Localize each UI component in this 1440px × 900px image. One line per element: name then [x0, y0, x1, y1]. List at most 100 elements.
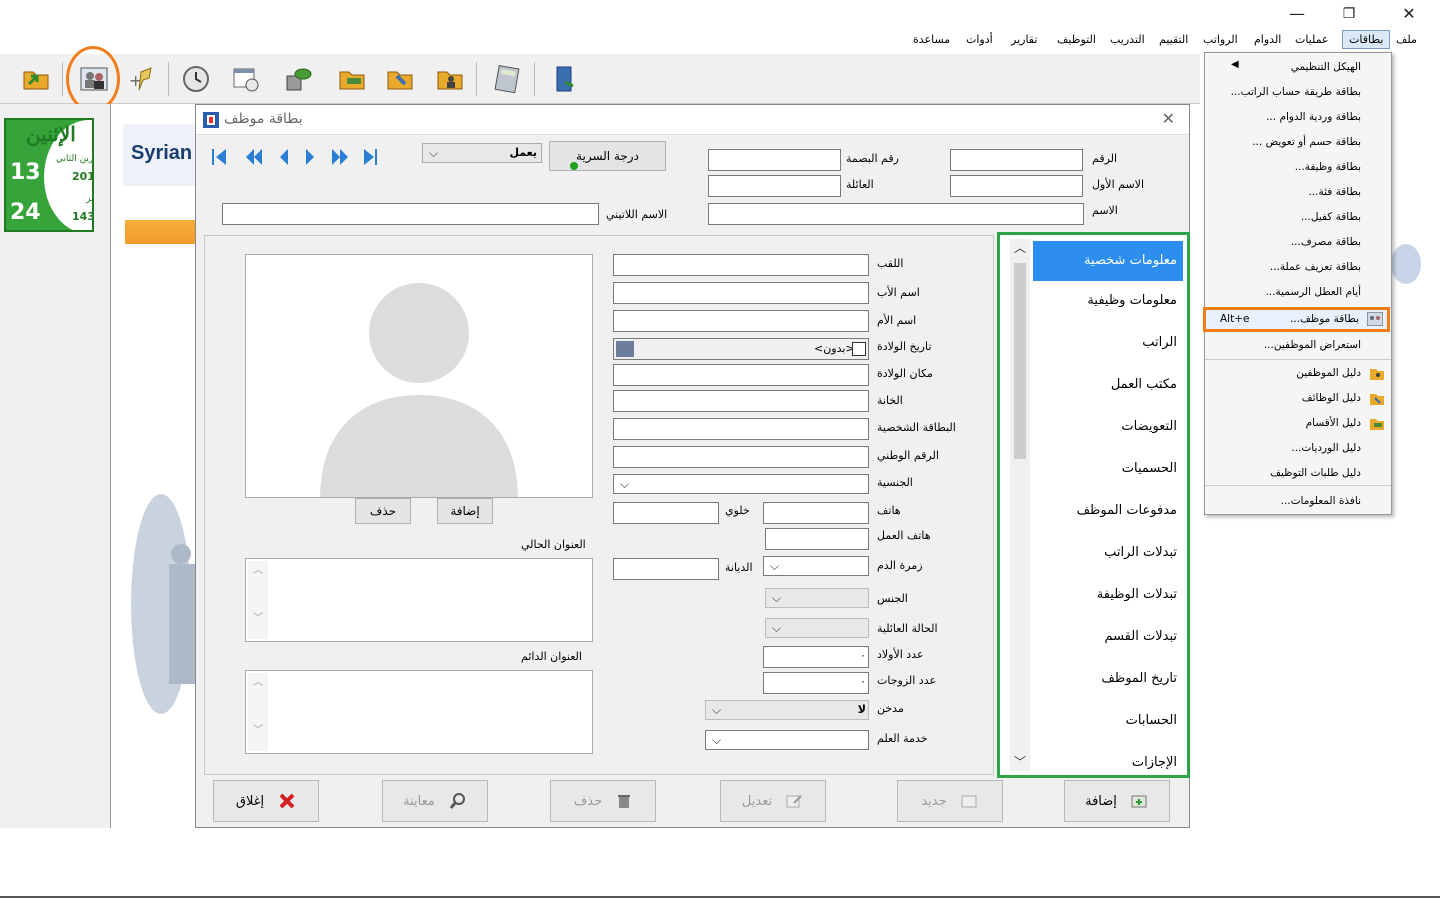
- number-input[interactable]: [950, 149, 1083, 171]
- delete-button[interactable]: حذف: [550, 780, 656, 822]
- nav-item-labor-office[interactable]: مكتب العمل: [1033, 377, 1183, 392]
- maximize-button[interactable]: ❐: [1334, 4, 1364, 24]
- menu-attendance[interactable]: الدوام: [1254, 33, 1281, 46]
- nav-item-job[interactable]: معلومات وظيفية: [1033, 293, 1183, 308]
- nav-item-salary-changes[interactable]: تبدلات الراتب: [1033, 545, 1183, 560]
- menu-recruitment[interactable]: التوظيف: [1057, 33, 1096, 46]
- permanent-address-input[interactable]: ︿ ﹀: [245, 670, 593, 754]
- nav-item-compensations[interactable]: التعويضات: [1033, 419, 1183, 434]
- close-window-button[interactable]: ✕: [1394, 4, 1424, 24]
- nav-item-department-changes[interactable]: تبدلات القسم: [1033, 629, 1183, 644]
- menu-item-info-window[interactable]: نافذة المعلومات...: [1281, 495, 1361, 507]
- close-button[interactable]: إغلاق: [213, 780, 319, 822]
- menu-item-shift-card[interactable]: بطاقة وردية الدوام ...: [1266, 111, 1361, 123]
- nav-item-salary[interactable]: الراتب: [1033, 335, 1183, 350]
- edit-button[interactable]: تعديل: [720, 780, 826, 822]
- gender-select[interactable]: [765, 588, 869, 608]
- religion-input[interactable]: [613, 558, 719, 580]
- nav-item-payments[interactable]: مدفوعات الموظف: [1033, 503, 1183, 518]
- military-service-select[interactable]: [705, 730, 869, 750]
- menu-item-employee-card[interactable]: Alt+e بطاقة موظف...: [1203, 307, 1390, 332]
- menu-item-currency-card[interactable]: بطاقة تعريف عملة...: [1270, 261, 1361, 273]
- nav-item-history[interactable]: تاريخ الموظف: [1033, 671, 1183, 686]
- spouses-count-input[interactable]: ٠: [763, 672, 869, 694]
- smoker-select[interactable]: لا: [705, 700, 869, 720]
- menu-item-salary-method[interactable]: بطاقة طريقة حساب الراتب...: [1231, 86, 1361, 98]
- jobs-folder-icon[interactable]: [382, 60, 418, 98]
- nav-scrollbar-thumb[interactable]: [1014, 263, 1026, 459]
- calculator-icon[interactable]: [488, 60, 524, 98]
- exit-door-icon[interactable]: [546, 60, 582, 98]
- nav-item-leaves[interactable]: الإجازات: [1033, 755, 1183, 770]
- father-name-input[interactable]: [613, 282, 869, 304]
- schedule-icon[interactable]: [228, 60, 264, 98]
- menu-item-job-card[interactable]: بطاقة وظيفة...: [1295, 161, 1361, 173]
- menu-item-jobs-guide[interactable]: دليل الوظائف: [1302, 392, 1361, 404]
- secrecy-level-button[interactable]: درجة السرية: [549, 141, 666, 171]
- menu-item-browse-employees[interactable]: استعراض الموظفين...: [1264, 339, 1361, 351]
- mobile-input[interactable]: [613, 502, 719, 524]
- nav-item-job-changes[interactable]: تبدلات الوظيفة: [1033, 587, 1183, 602]
- menu-reports[interactable]: تقارير: [1011, 33, 1037, 46]
- menu-item-holidays[interactable]: أيام العطل الرسمية...: [1265, 286, 1361, 298]
- first-name-input[interactable]: [950, 175, 1083, 197]
- work-phone-input[interactable]: [765, 528, 869, 550]
- dialog-close-icon[interactable]: ✕: [1162, 109, 1175, 128]
- menu-item-departments-guide[interactable]: دليل الأقسام: [1306, 417, 1361, 429]
- menu-item-shifts-guide[interactable]: دليل الورديات...: [1291, 442, 1361, 454]
- name-input[interactable]: [708, 203, 1084, 225]
- minimize-button[interactable]: —: [1282, 4, 1312, 24]
- menu-help[interactable]: مساعدة: [913, 33, 950, 46]
- nav-item-deductions[interactable]: الحسميات: [1033, 461, 1183, 476]
- new-button[interactable]: جديد: [897, 780, 1003, 822]
- add-user-icon[interactable]: +: [124, 60, 160, 98]
- menu-file[interactable]: ملف: [1396, 33, 1417, 46]
- employees-folder-icon[interactable]: [432, 60, 468, 98]
- birth-place-input[interactable]: [613, 364, 869, 386]
- id-card-input[interactable]: [613, 418, 869, 440]
- photo-delete-button[interactable]: حذف: [355, 498, 411, 524]
- preview-button[interactable]: معاينة: [382, 780, 488, 822]
- money-calculator-icon[interactable]: [280, 60, 316, 98]
- current-address-scrollbar[interactable]: ︿ ﹀: [248, 561, 268, 639]
- fingerprint-input[interactable]: [708, 149, 841, 171]
- current-address-input[interactable]: ︿ ﹀: [245, 558, 593, 642]
- menu-item-sponsor-card[interactable]: بطاقة كفيل...: [1301, 211, 1361, 223]
- add-button[interactable]: إضافة: [1064, 780, 1170, 822]
- menu-evaluation[interactable]: التقييم: [1159, 33, 1188, 46]
- menu-item-category-card[interactable]: بطاقة فئة...: [1308, 186, 1361, 198]
- clock-icon[interactable]: [178, 60, 214, 98]
- menu-salaries[interactable]: الرواتب: [1203, 33, 1238, 46]
- books-folder-icon[interactable]: [334, 60, 370, 98]
- menu-operations[interactable]: عمليات: [1295, 33, 1329, 46]
- menu-item-employees-guide[interactable]: دليل الموظفين: [1296, 367, 1361, 379]
- mother-name-input[interactable]: [613, 310, 869, 332]
- marital-status-select[interactable]: [765, 618, 869, 638]
- menu-training[interactable]: التدريب: [1110, 33, 1145, 46]
- open-folder-icon[interactable]: [18, 60, 54, 98]
- children-count-input[interactable]: ٠: [763, 646, 869, 668]
- national-number-input[interactable]: [613, 446, 869, 468]
- photo-add-button[interactable]: إضافة: [437, 498, 493, 524]
- birth-date-picker[interactable]: <بدون>: [613, 338, 869, 360]
- status-select[interactable]: يعمل: [422, 143, 542, 163]
- blood-type-select[interactable]: [763, 556, 869, 576]
- family-input[interactable]: [708, 175, 841, 197]
- nationality-select[interactable]: [613, 474, 869, 494]
- nav-item-personal[interactable]: معلومات شخصية: [1033, 241, 1183, 281]
- menu-tools[interactable]: أدوات: [966, 33, 993, 46]
- registry-input[interactable]: [613, 390, 869, 412]
- latin-name-input[interactable]: [222, 203, 599, 225]
- menu-item-recruitment-guide[interactable]: دليل طلبات التوظيف: [1270, 467, 1361, 479]
- birth-date-checkbox[interactable]: [852, 342, 866, 356]
- nav-item-accounts[interactable]: الحسابات: [1033, 713, 1183, 728]
- calendar-grid-icon[interactable]: [616, 341, 634, 357]
- menu-item-deduction-card[interactable]: بطاقة حسم أو تعويض ...: [1252, 136, 1361, 148]
- phone-input[interactable]: [763, 502, 869, 524]
- nav-scrollbar[interactable]: ︿ ﹀: [1010, 239, 1030, 771]
- title-input[interactable]: [613, 254, 869, 276]
- menu-item-org-structure[interactable]: الهيكل التنظيمي: [1291, 61, 1361, 73]
- menu-item-bank-card[interactable]: بطاقة مصرف...: [1291, 236, 1361, 248]
- menu-cards[interactable]: بطاقات: [1342, 30, 1391, 49]
- permanent-address-scrollbar[interactable]: ︿ ﹀: [248, 673, 268, 751]
